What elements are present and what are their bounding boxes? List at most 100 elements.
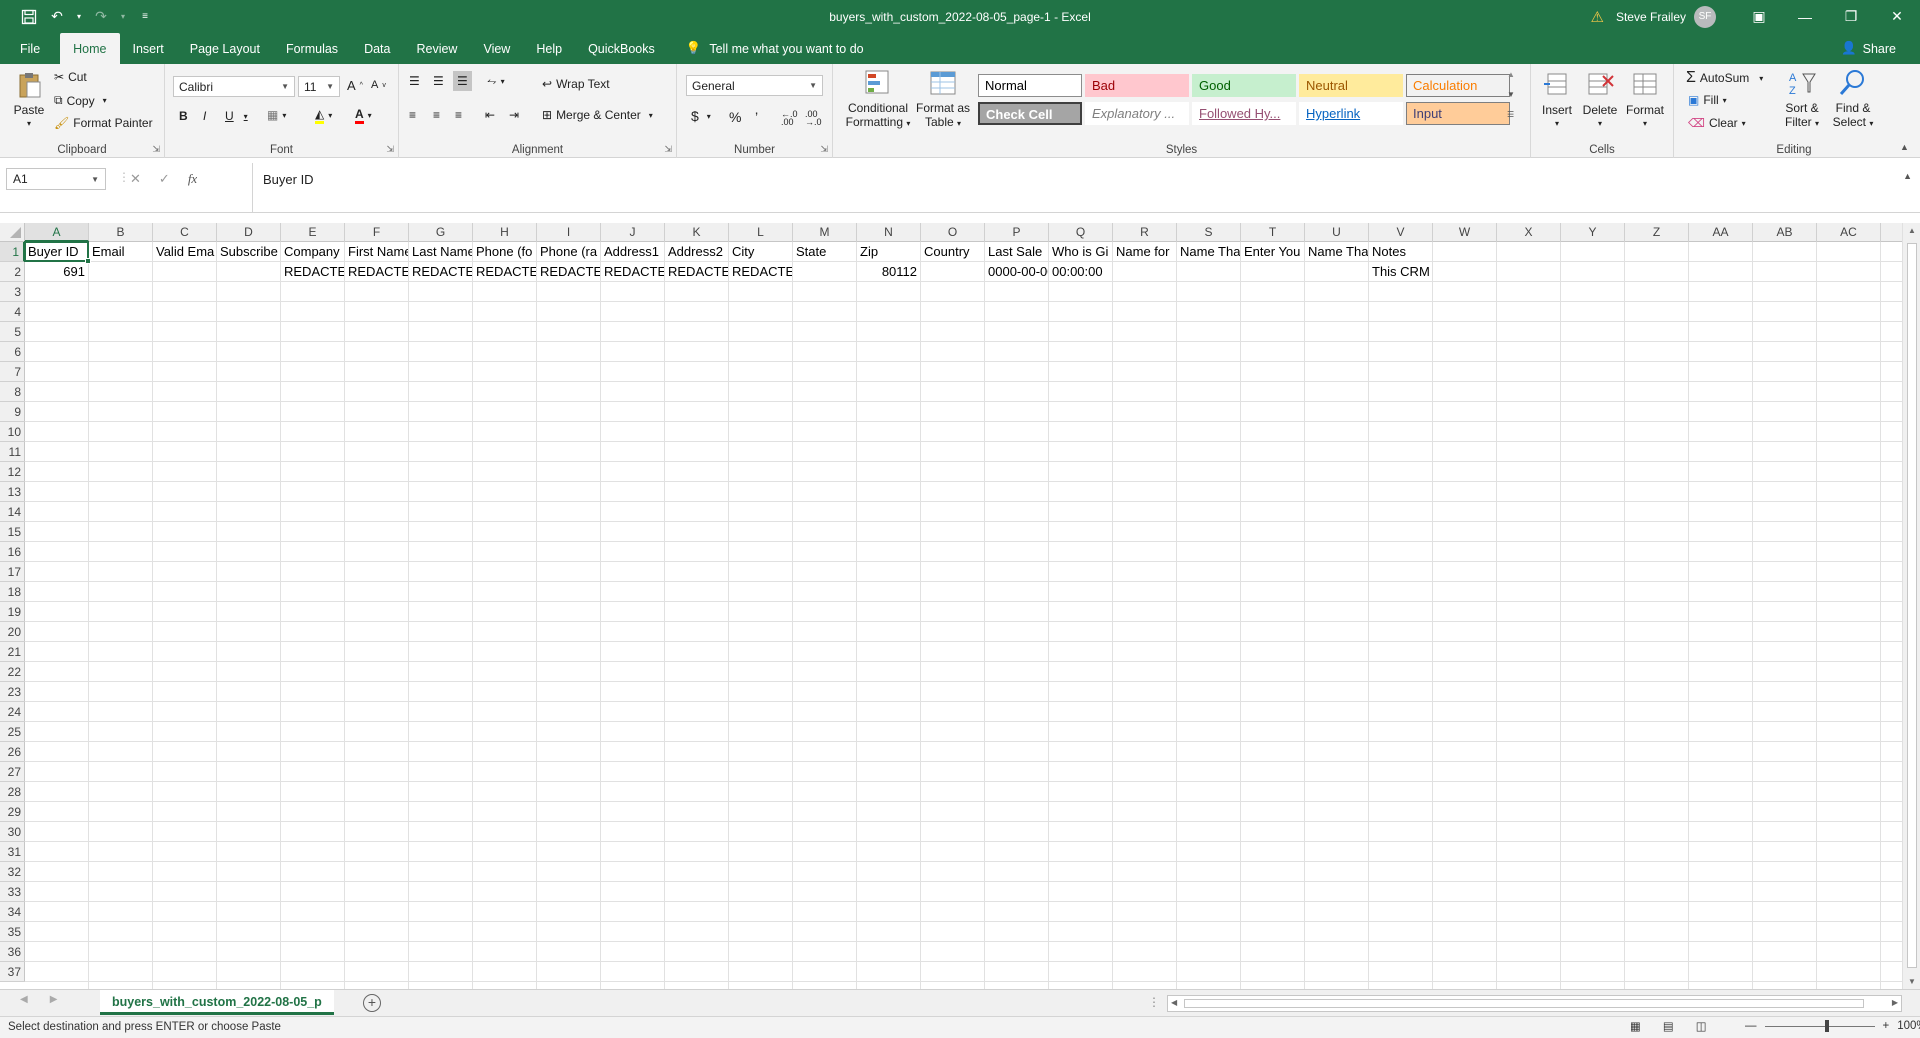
- increase-decimal-button[interactable]: ←.0 .00: [781, 110, 799, 127]
- styles-scroll-down-button[interactable]: ▼: [1507, 90, 1515, 99]
- column-header-h[interactable]: H: [473, 223, 537, 242]
- cell-style-hyperlink[interactable]: Hyperlink: [1299, 102, 1403, 125]
- sheet-tab[interactable]: buyers_with_custom_2022-08-05_p: [100, 990, 334, 1015]
- column-header-t[interactable]: T: [1241, 223, 1305, 242]
- merge-center-button[interactable]: ⊞ Merge & Center ▾: [542, 108, 653, 122]
- row-header-25[interactable]: 25: [0, 722, 25, 742]
- tab-home[interactable]: Home: [60, 33, 120, 64]
- autosum-button[interactable]: Σ AutoSum ▾: [1686, 69, 1763, 87]
- font-size-combo[interactable]: 11 ▼: [298, 76, 340, 97]
- styles-scroll-up-button[interactable]: ▲: [1507, 70, 1515, 79]
- close-button[interactable]: ✕: [1874, 0, 1920, 33]
- scroll-left-icon[interactable]: ◀: [1171, 998, 1177, 1007]
- cell-g1[interactable]: Last Name: [409, 242, 472, 262]
- column-header-b[interactable]: B: [89, 223, 153, 242]
- cell-j2[interactable]: REDACTED: [601, 262, 664, 282]
- expand-formula-bar-icon[interactable]: ▲: [1903, 171, 1912, 181]
- column-header-s[interactable]: S: [1177, 223, 1241, 242]
- align-right-button[interactable]: ≡: [455, 108, 462, 122]
- tab-data[interactable]: Data: [351, 33, 403, 64]
- increase-indent-button[interactable]: ⇥: [509, 108, 519, 122]
- cell-v1[interactable]: Notes: [1369, 242, 1432, 262]
- row-header-32[interactable]: 32: [0, 862, 25, 882]
- cell-i2[interactable]: REDACTED: [537, 262, 600, 282]
- redo-dropdown-icon[interactable]: ▾: [118, 6, 128, 28]
- avatar[interactable]: SF: [1694, 5, 1716, 28]
- cell-c1[interactable]: Valid Ema: [153, 242, 216, 262]
- scroll-down-icon[interactable]: ▼: [1908, 977, 1916, 986]
- row-header-18[interactable]: 18: [0, 582, 25, 602]
- comma-style-button[interactable]: ’: [755, 109, 758, 125]
- tab-review[interactable]: Review: [403, 33, 470, 64]
- decrease-indent-button[interactable]: ⇤: [485, 108, 495, 122]
- customize-qat-icon[interactable]: ≡: [134, 6, 156, 28]
- row-header-17[interactable]: 17: [0, 562, 25, 582]
- column-header-x[interactable]: X: [1497, 223, 1561, 242]
- tab-page-layout[interactable]: Page Layout: [177, 33, 273, 64]
- shrink-font-button[interactable]: Av: [371, 79, 386, 91]
- row-header-10[interactable]: 10: [0, 422, 25, 442]
- cell-style-calculation[interactable]: Calculation: [1406, 74, 1510, 97]
- row-header-13[interactable]: 13: [0, 482, 25, 502]
- grow-font-button[interactable]: A ^: [347, 78, 363, 93]
- cell-v2[interactable]: This CRM: [1369, 262, 1432, 282]
- zoom-level[interactable]: 100%: [1897, 1020, 1920, 1032]
- page-layout-view-icon[interactable]: ▤: [1663, 1019, 1674, 1033]
- format-cells-button[interactable]: Format ▾: [1623, 70, 1667, 131]
- minimize-button[interactable]: —: [1782, 0, 1828, 33]
- row-header-12[interactable]: 12: [0, 462, 25, 482]
- row-header-6[interactable]: 6: [0, 342, 25, 362]
- row-header-30[interactable]: 30: [0, 822, 25, 842]
- cell-style-good[interactable]: Good: [1192, 74, 1296, 97]
- row-header-15[interactable]: 15: [0, 522, 25, 542]
- cell-style-normal[interactable]: Normal: [978, 74, 1082, 97]
- formula-input[interactable]: Buyer ID: [252, 163, 1920, 213]
- normal-view-icon[interactable]: ▦: [1630, 1019, 1641, 1033]
- column-header-l[interactable]: L: [729, 223, 793, 242]
- cell-h2[interactable]: REDACTED: [473, 262, 536, 282]
- row-header-22[interactable]: 22: [0, 662, 25, 682]
- row-header-26[interactable]: 26: [0, 742, 25, 762]
- column-header-e[interactable]: E: [281, 223, 345, 242]
- font-name-combo[interactable]: Calibri ▼: [173, 76, 295, 97]
- enter-icon[interactable]: ✓: [159, 171, 170, 187]
- accounting-format-button[interactable]: $ ▾: [691, 108, 711, 124]
- cell-k1[interactable]: Address2: [665, 242, 728, 262]
- paste-button[interactable]: Paste ▾: [10, 70, 48, 131]
- cell-k2[interactable]: REDACTED: [665, 262, 728, 282]
- orientation-button[interactable]: ⥊ ▾: [487, 74, 505, 89]
- cut-button[interactable]: ✂ Cut: [54, 70, 87, 84]
- format-painter-button[interactable]: 🖌 Format Painter: [54, 116, 153, 130]
- align-center-button[interactable]: ≡: [433, 108, 440, 122]
- column-header-y[interactable]: Y: [1561, 223, 1625, 242]
- column-header-n[interactable]: N: [857, 223, 921, 242]
- row-header-5[interactable]: 5: [0, 322, 25, 342]
- cell-h1[interactable]: Phone (fo: [473, 242, 536, 262]
- insert-function-icon[interactable]: fx: [188, 171, 197, 187]
- cell-l2[interactable]: REDACTED: [729, 262, 792, 282]
- sort-filter-button[interactable]: AZ Sort & Filter ▾: [1778, 68, 1826, 131]
- row-header-19[interactable]: 19: [0, 602, 25, 622]
- row-header-20[interactable]: 20: [0, 622, 25, 642]
- zoom-out-icon[interactable]: —: [1745, 1020, 1757, 1032]
- tab-quickbooks[interactable]: QuickBooks: [575, 33, 668, 64]
- cell-n1[interactable]: Zip: [857, 242, 920, 262]
- column-header-f[interactable]: F: [345, 223, 409, 242]
- column-header-r[interactable]: R: [1113, 223, 1177, 242]
- cell-style-followed-hy[interactable]: Followed Hy...: [1192, 102, 1296, 125]
- cell-f2[interactable]: REDACTED: [345, 262, 408, 282]
- column-header-q[interactable]: Q: [1049, 223, 1113, 242]
- horizontal-scroll-thumb[interactable]: [1184, 999, 1864, 1008]
- vertical-scroll-thumb[interactable]: [1907, 243, 1917, 968]
- row-header-27[interactable]: 27: [0, 762, 25, 782]
- row-header-16[interactable]: 16: [0, 542, 25, 562]
- middle-align-button[interactable]: ☰: [433, 74, 444, 88]
- bottom-align-button[interactable]: ☰: [453, 71, 472, 91]
- format-as-table-button[interactable]: Format as Table ▾: [915, 68, 971, 131]
- fill-button[interactable]: ▣ Fill ▾: [1688, 93, 1727, 107]
- wrap-text-button[interactable]: ↩ Wrap Text: [542, 77, 610, 91]
- cell-r1[interactable]: Name for: [1113, 242, 1176, 262]
- number-format-combo[interactable]: General ▼: [686, 75, 823, 96]
- row-header-29[interactable]: 29: [0, 802, 25, 822]
- column-header-g[interactable]: G: [409, 223, 473, 242]
